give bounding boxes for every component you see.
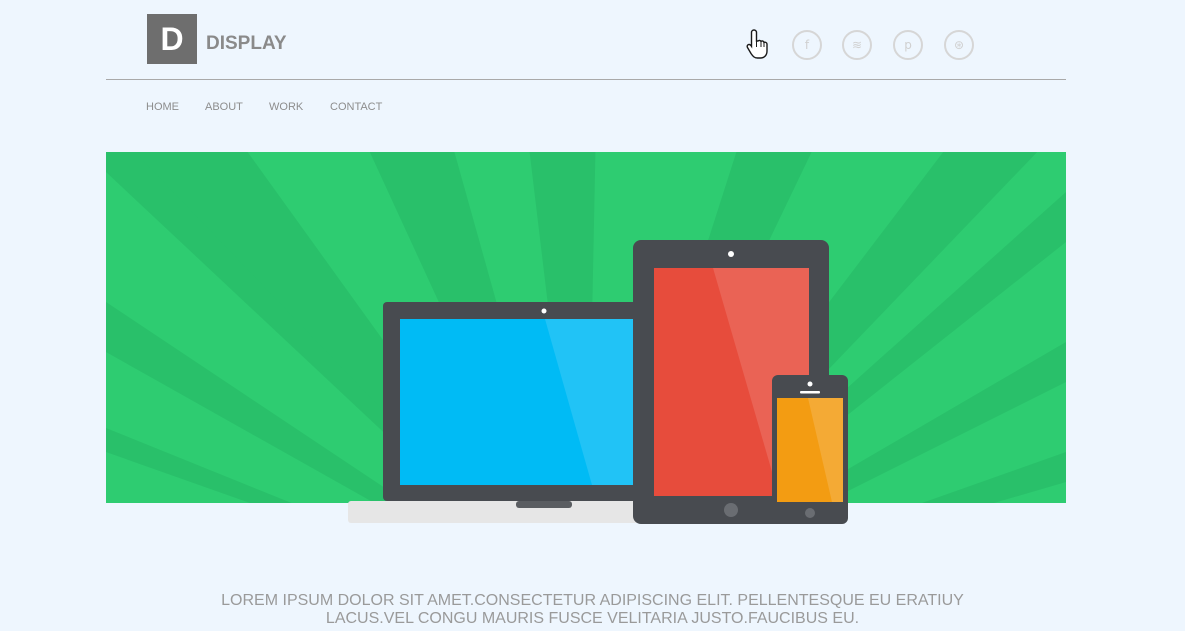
nav-home[interactable]: HOME [146,101,179,113]
intro-line-2: LACUS.VEL CONGU MAURIS FUSCE VELITARIA J… [325,610,860,627]
facebook-icon[interactable]: f [792,30,822,60]
hero-rays [106,152,1066,503]
phone-home-button [805,508,815,518]
page: D DISPLAY f ≋ p ⊛ HOME ABOUT WORK CONTAC… [0,0,1185,631]
intro-line-1: LOREM IPSUM DOLOR SIT AMET.CONSECTETUR A… [221,592,964,609]
logo-mark[interactable]: D [147,14,197,64]
pinterest-icon[interactable]: p [893,30,923,60]
nav-about[interactable]: ABOUT [205,101,243,113]
site-name[interactable]: DISPLAY [206,33,287,55]
nav-work[interactable]: WORK [269,101,303,113]
hero-banner [106,152,1066,503]
intro-text: LOREM IPSUM DOLOR SIT AMET.CONSECTETUR A… [150,592,1035,628]
hand-cursor-icon [746,29,768,59]
tablet-home-button [724,503,738,517]
dribbble-icon[interactable]: ⊛ [944,30,974,60]
rss-icon[interactable]: ≋ [842,30,872,60]
laptop-base [348,501,648,523]
header-divider [106,79,1066,80]
nav-contact[interactable]: CONTACT [330,101,382,113]
